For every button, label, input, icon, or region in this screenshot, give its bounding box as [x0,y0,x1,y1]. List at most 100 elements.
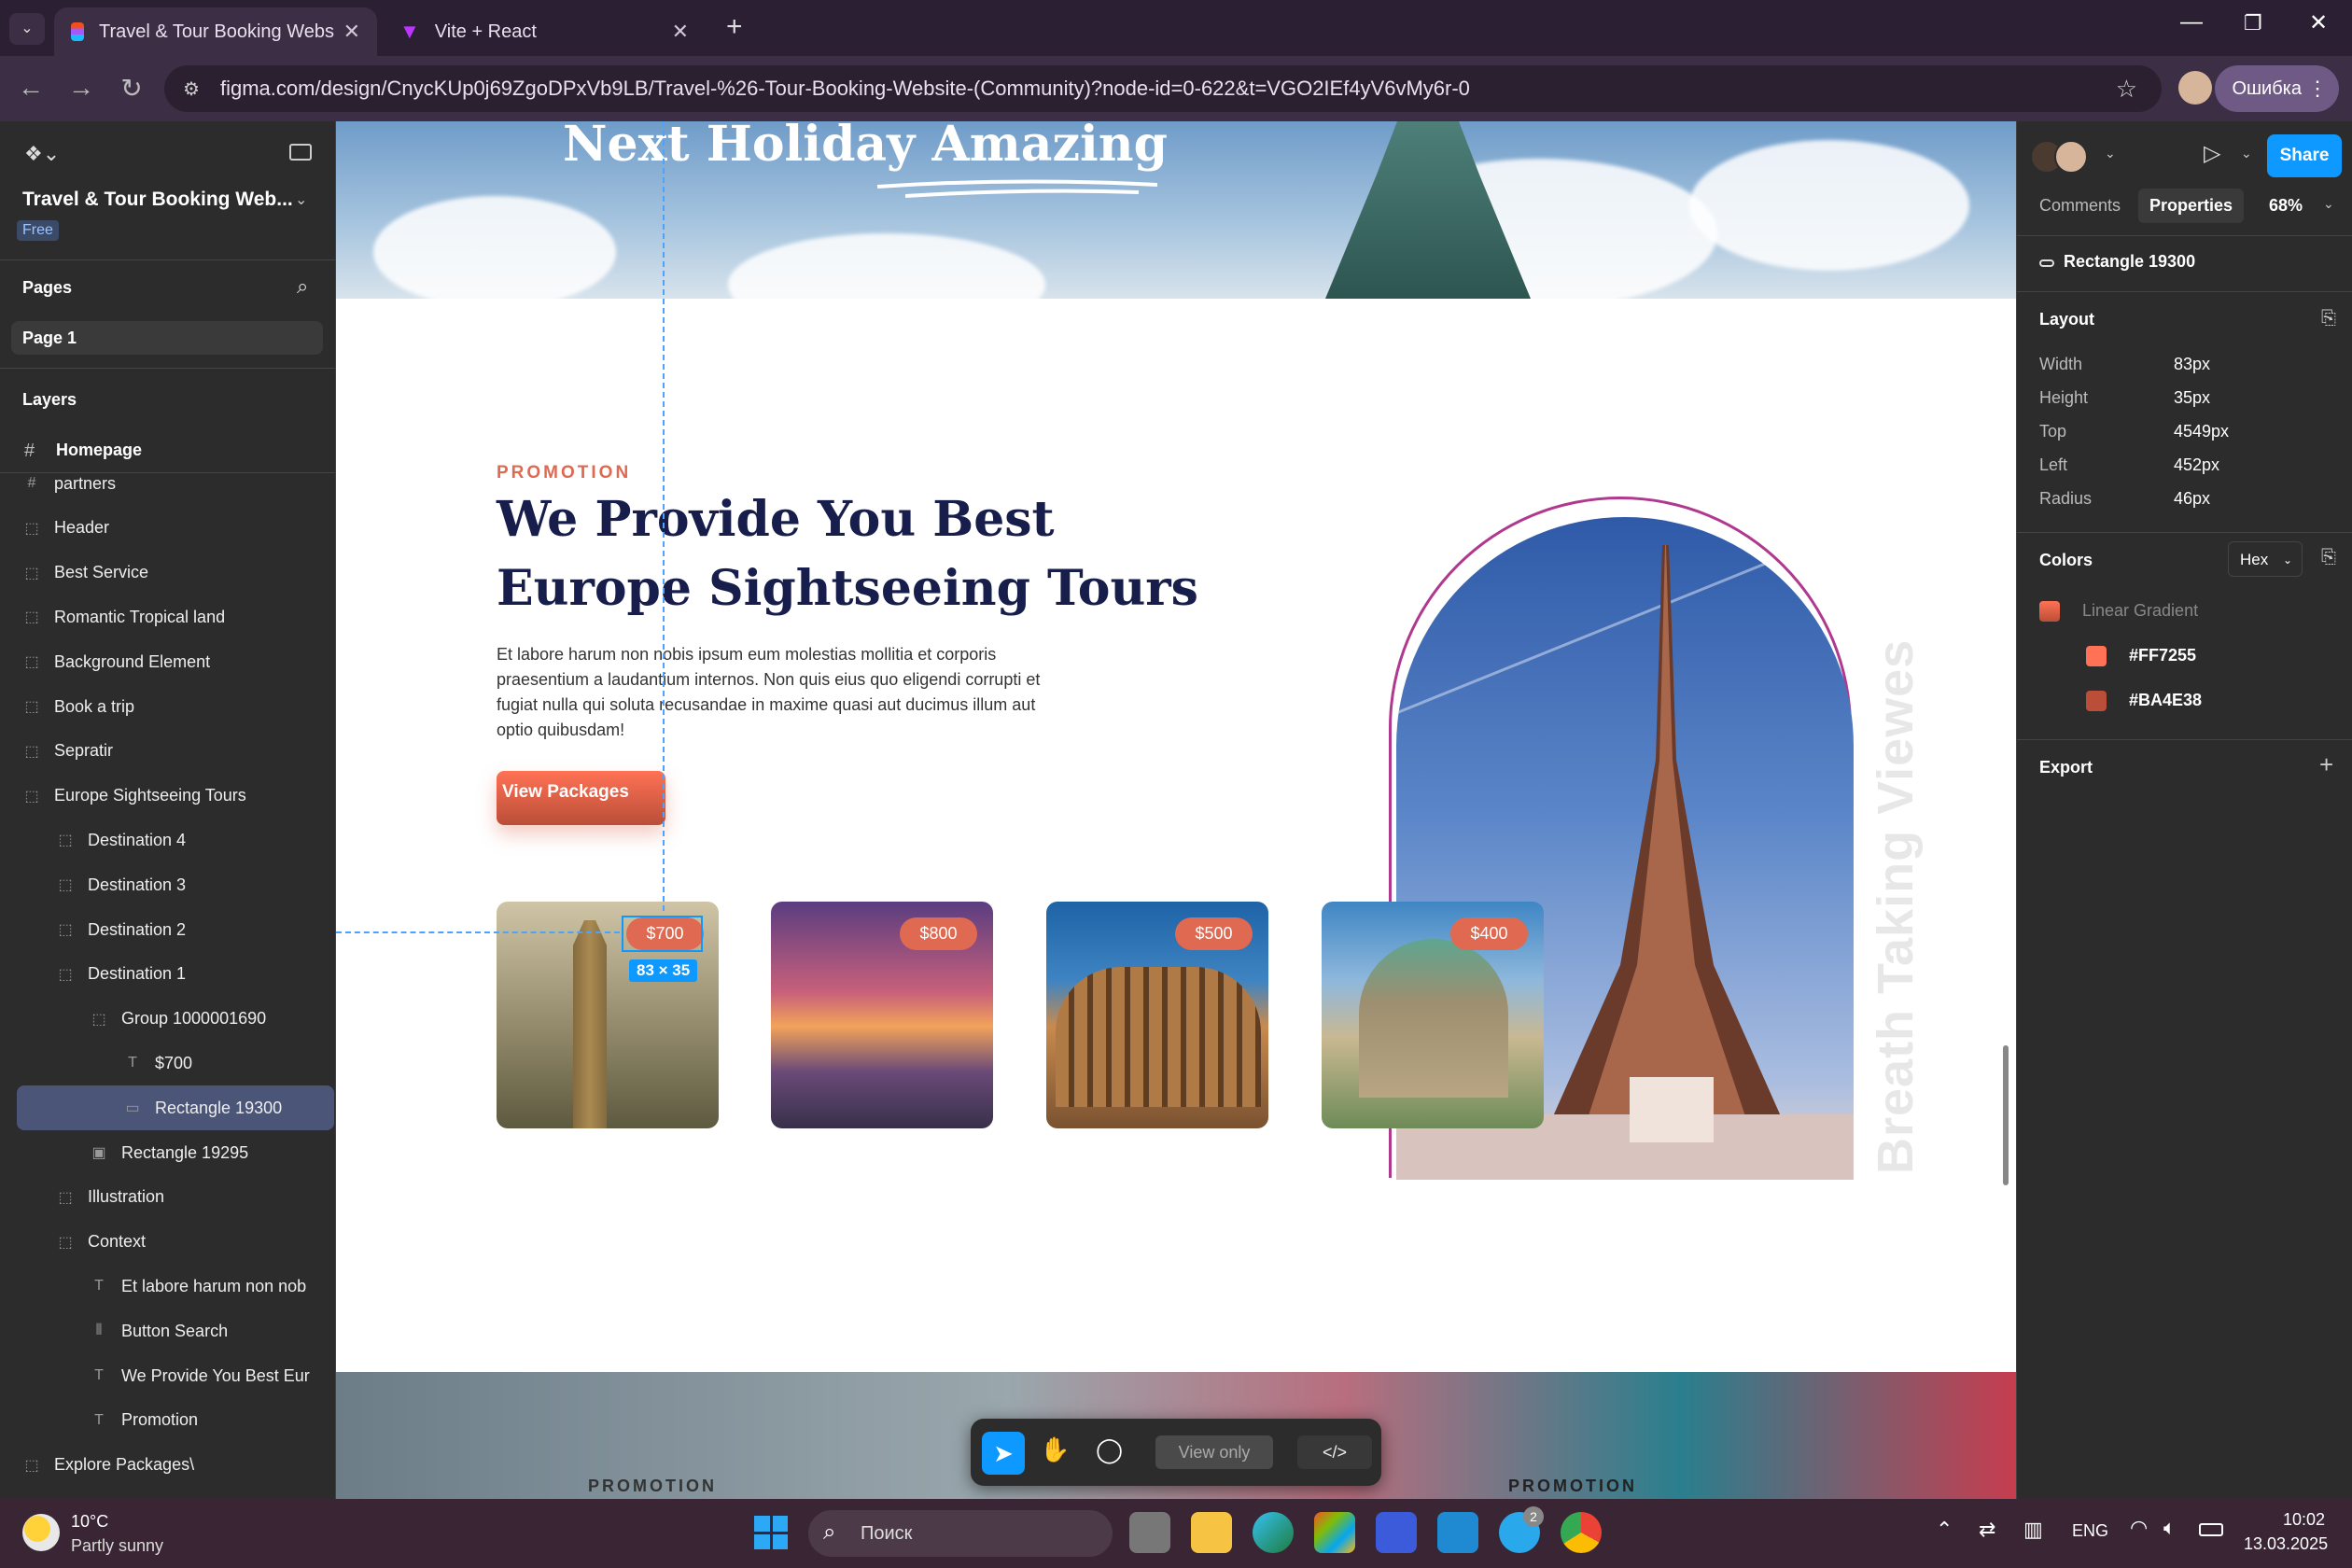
layer-item[interactable]: ⬚ Illustration [0,1175,335,1220]
layer-item[interactable]: T Promotion [0,1398,335,1443]
layer-item[interactable]: ▣ Rectangle 19295 [0,1130,335,1175]
figma-menu-icon[interactable]: ❖⌄ [24,142,60,166]
color-value-2[interactable]: #BA4E38 [2129,691,2202,710]
edge-browser-icon[interactable] [1253,1512,1294,1553]
weather-desc[interactable]: Partly sunny [71,1536,163,1556]
layer-item[interactable]: ⬚ Header [0,506,335,551]
weather-temp[interactable]: 10°C [71,1512,108,1532]
minimize-window-button[interactable]: — [2180,9,2203,35]
canvas-scrollbar[interactable] [2003,1045,2009,1185]
layer-item[interactable]: ⬚ Destination 2 [0,907,335,952]
copy-icon[interactable]: ⎘ [2321,308,2336,329]
network-speed-icon[interactable]: ⇄ [1979,1518,1995,1542]
maximize-window-button[interactable]: ❐ [2244,11,2262,35]
file-name[interactable]: Travel & Tour Booking Web... [22,189,293,211]
zoom-level[interactable]: 68% [2269,196,2303,216]
view-packages-button[interactable]: View Packages [497,771,665,825]
destination-card[interactable]: $400 [1322,902,1544,1128]
reload-icon[interactable]: ↻ [116,73,147,104]
layer-item[interactable]: ⬚ Europe Sightseeing Tours [0,774,335,819]
tab-comments[interactable]: Comments [2039,196,2121,216]
layer-item[interactable]: ⬚ Sepratir [0,729,335,774]
layer-item[interactable]: ⬚ Book a trip [0,684,335,729]
tab-properties[interactable]: Properties [2138,189,2245,223]
layer-item[interactable]: ⬚ Group 1000001690 [0,997,335,1042]
price-badge[interactable]: $400 [1450,917,1528,950]
destination-card[interactable]: $700 [497,902,719,1128]
present-play-icon[interactable]: ▷ [2204,140,2220,167]
back-icon[interactable]: ← [15,73,47,103]
close-tab-icon[interactable]: ✕ [672,20,689,44]
weather-icon[interactable] [22,1514,60,1551]
layer-item[interactable]: T Et labore harum non nob [0,1264,335,1309]
move-tool-button[interactable]: ➤ [982,1432,1025,1475]
start-button[interactable] [754,1516,788,1549]
chart-app-icon[interactable]: ▥ [2023,1518,2043,1542]
show-hidden-icons-chevron-up-icon[interactable]: ⌃ [1936,1518,1953,1542]
chevron-down-icon[interactable]: ⌄ [2241,146,2252,161]
layer-item[interactable]: ⬚ Context [0,1220,335,1265]
clock-date[interactable]: 13.03.2025 [2244,1534,2328,1554]
taskbar-search-field[interactable]: ⌕ Поиск [808,1510,1113,1557]
profile-error-button[interactable]: Ошибка ⋮ [2215,65,2339,112]
layer-item[interactable]: ⬚ Destination 3 [0,862,335,907]
share-button[interactable]: Share [2267,134,2342,177]
bookmark-star-icon[interactable]: ☆ [2116,75,2137,104]
destination-card[interactable]: $800 [771,902,993,1128]
clock-time[interactable]: 10:02 [2283,1510,2325,1530]
url-field[interactable]: ⚙ figma.com/design/CnycKUp0j69ZgoDPxVb9L… [164,65,2162,112]
color-value-1[interactable]: #FF7255 [2129,646,2196,665]
battery-icon[interactable] [2199,1523,2223,1536]
close-window-button[interactable]: ✕ [2309,9,2328,36]
task-view-icon[interactable] [1129,1512,1170,1553]
frame-homepage[interactable]: Homepage [56,441,142,460]
language-indicator[interactable]: ENG [2072,1521,2108,1541]
wifi-icon[interactable]: ◠ [2130,1516,2148,1540]
layer-item[interactable]: ⬚ Best Service [0,551,335,595]
price-badge[interactable]: $500 [1175,917,1253,950]
vscode-icon[interactable] [1437,1512,1478,1553]
color-swatch-1[interactable] [2086,646,2107,666]
tab-vite-react[interactable]: ▼ Vite + React ✕ [383,7,706,56]
layer-item[interactable]: ▭ Rectangle 19300 [17,1085,334,1131]
chevron-down-icon[interactable]: ⌄ [2105,146,2116,161]
chevron-down-icon[interactable]: ⌄ [295,190,307,209]
layer-item[interactable]: ⬚ Destination 1 [0,952,335,997]
chevron-down-icon[interactable]: ⌄ [2323,196,2334,212]
microsoft-store-icon[interactable] [1314,1512,1355,1553]
tab-travel-booking[interactable]: Travel & Tour Booking Website ✕ [54,7,377,56]
gradient-swatch[interactable] [2039,601,2060,622]
toggle-sidebar-icon[interactable] [289,144,312,161]
new-tab-button[interactable]: + [726,11,743,43]
volume-icon[interactable]: 🔈︎ [2163,1516,2176,1540]
forward-icon[interactable]: → [65,73,97,103]
layer-item[interactable]: T We Provide You Best Eur [0,1353,335,1398]
comment-tool-icon[interactable]: ◯ [1096,1435,1123,1464]
layer-item[interactable]: # partners [0,461,335,506]
app-m-icon[interactable] [1376,1512,1417,1553]
layer-item[interactable]: ⬚ Background Element [0,639,335,684]
chrome-icon[interactable] [1561,1512,1602,1553]
search-icon[interactable]: ⌕ [297,274,308,299]
destination-card[interactable]: $500 [1046,902,1268,1128]
design-canvas[interactable]: Next Holiday Amazing PROMOTION We Provid… [336,121,2016,1499]
file-explorer-icon[interactable] [1191,1512,1232,1553]
tab-search-button[interactable]: ⌄ [9,13,45,45]
add-export-icon[interactable]: + [2319,750,2333,779]
layer-item[interactable]: ⬚ Explore Packages\ [0,1443,335,1488]
layer-item[interactable]: T $700 [0,1041,335,1085]
layer-item[interactable]: ⫴ Button Search [0,1309,335,1353]
copy-icon[interactable]: ⎘ [2321,547,2336,568]
layer-item[interactable]: ⬚ Romantic Tropical land [0,595,335,639]
layer-item[interactable]: ⬚ Destination 4 [0,818,335,862]
color-swatch-2[interactable] [2086,691,2107,711]
hand-tool-icon[interactable]: ✋ [1040,1435,1070,1464]
close-tab-icon[interactable]: ✕ [343,20,360,44]
collaborator-avatar[interactable] [2054,140,2088,174]
kebab-menu-icon[interactable]: ⋮ [2307,77,2328,101]
price-badge[interactable]: $800 [900,917,977,950]
profile-avatar[interactable] [2178,71,2212,105]
dev-mode-icon[interactable]: </> [1297,1435,1372,1469]
color-format-select[interactable]: Hex ⌄ [2228,541,2303,577]
site-info-icon[interactable]: ⚙ [183,77,200,101]
